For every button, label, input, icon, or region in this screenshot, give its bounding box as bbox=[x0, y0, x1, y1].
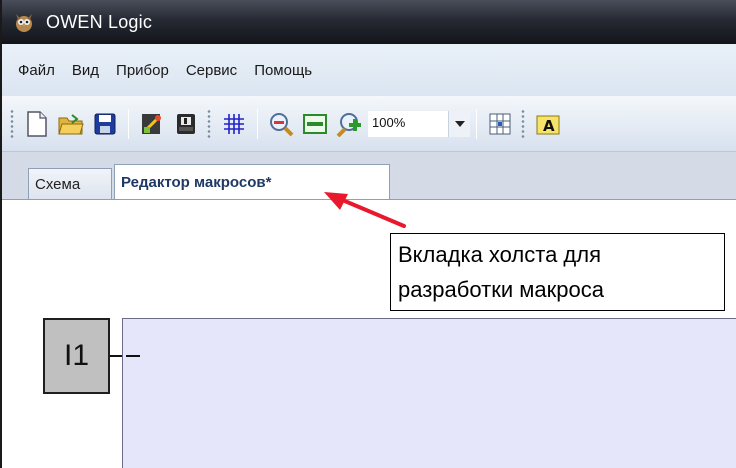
menu-device[interactable]: Прибор bbox=[116, 62, 169, 79]
zoom-value[interactable]: 100% bbox=[368, 110, 448, 137]
toolbar-separator bbox=[128, 108, 129, 139]
save-icon[interactable] bbox=[89, 108, 121, 140]
device-icon[interactable] bbox=[170, 108, 202, 140]
tab-scheme[interactable]: Схема bbox=[28, 168, 112, 200]
input-block[interactable]: I1 bbox=[43, 318, 110, 394]
menu-service[interactable]: Сервис bbox=[186, 62, 237, 79]
toolbar-grip[interactable] bbox=[207, 108, 211, 139]
text-icon[interactable]: A bbox=[532, 108, 564, 140]
layout-grid-icon[interactable] bbox=[484, 108, 516, 140]
input-connector[interactable] bbox=[110, 355, 122, 357]
open-folder-icon[interactable] bbox=[55, 108, 87, 140]
zoom-combobox[interactable]: 100% bbox=[368, 108, 470, 140]
window-title: OWEN Logic bbox=[46, 11, 153, 32]
macro-canvas-area[interactable] bbox=[122, 318, 736, 468]
menu-help[interactable]: Помощь bbox=[254, 62, 312, 79]
annotation-text-line2: разработки макроса bbox=[398, 277, 604, 302]
grid-icon[interactable] bbox=[218, 108, 250, 140]
toolbar-grip[interactable] bbox=[521, 108, 525, 139]
toolbar: 100% A bbox=[2, 96, 736, 152]
owl-app-icon bbox=[12, 10, 36, 34]
annotation-callout: Вкладка холста для разработки макроса bbox=[390, 233, 725, 311]
toolbar-separator bbox=[476, 108, 477, 139]
chevron-down-icon[interactable] bbox=[448, 110, 470, 137]
new-file-icon[interactable] bbox=[21, 108, 53, 140]
zoom-out-icon[interactable] bbox=[265, 108, 297, 140]
tab-macro-editor[interactable]: Редактор макросов* bbox=[114, 164, 390, 200]
toolbar-separator bbox=[257, 108, 258, 139]
input-pin[interactable] bbox=[126, 355, 140, 357]
menu-view[interactable]: Вид bbox=[72, 62, 99, 79]
svg-text:A: A bbox=[543, 117, 555, 135]
macro-wizard-icon[interactable] bbox=[136, 108, 168, 140]
app-window: OWEN Logic Файл Вид Прибор Сервис Помощь bbox=[0, 0, 736, 468]
menu-bar: Файл Вид Прибор Сервис Помощь bbox=[2, 44, 736, 96]
annotation-text-line1: Вкладка холста для bbox=[398, 242, 602, 267]
fit-page-icon[interactable] bbox=[299, 108, 331, 140]
title-bar: OWEN Logic bbox=[2, 0, 736, 44]
tab-strip: Схема Редактор макросов* bbox=[2, 152, 736, 200]
input-block-label: I1 bbox=[63, 339, 90, 372]
menu-file[interactable]: Файл bbox=[18, 62, 55, 79]
zoom-in-icon[interactable] bbox=[333, 108, 365, 140]
toolbar-grip[interactable] bbox=[10, 108, 14, 139]
